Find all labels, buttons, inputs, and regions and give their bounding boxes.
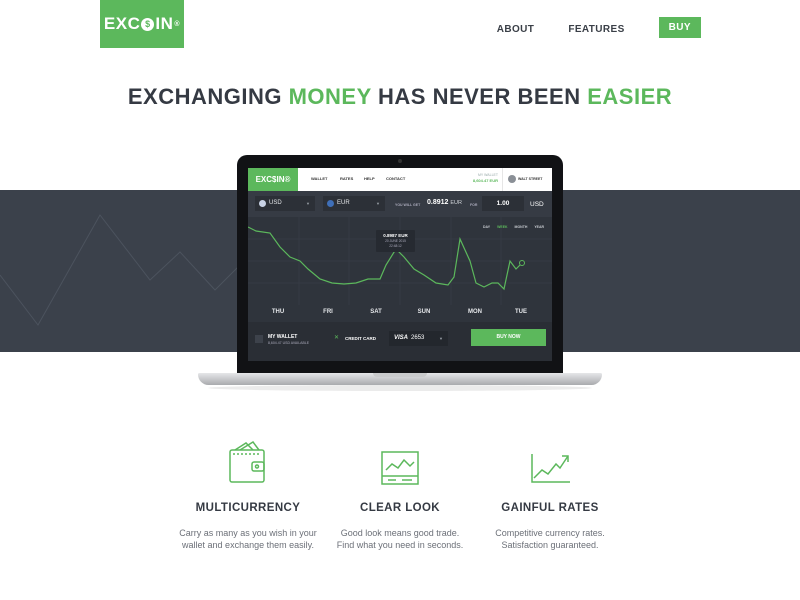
logo-text-end: IN [155, 14, 174, 33]
end-point[interactable] [519, 260, 525, 266]
day-axis: THU FRI SAT SUN MON TUE [248, 305, 552, 322]
day-label: THU [271, 309, 285, 315]
eu-flag-icon [327, 200, 334, 207]
from-currency-value: USD [269, 200, 282, 206]
laptop-notch [373, 373, 427, 377]
range-tabs: DAY WEEK MONTH YEAR [483, 225, 550, 229]
day-label: SAT [370, 309, 382, 315]
feature-description: Competitive currency rates. Satisfaction… [460, 527, 640, 551]
app-nav-contact[interactable]: CONTACT [386, 176, 405, 181]
to-currency-value: EUR [337, 200, 350, 206]
user-name: WALT STREET [518, 177, 543, 181]
laptop-shadow [208, 385, 592, 391]
day-label: FRI [323, 309, 333, 315]
headline-text-2: HAS NEVER BEEN [371, 84, 588, 109]
page-headline: EXCHANGING MONEY HAS NEVER BEEN EASIER [0, 84, 800, 110]
logo-text: EXC [103, 14, 141, 33]
wallet-icon [229, 441, 265, 483]
growth-chart-icon [531, 454, 570, 483]
rate-value: 0.8912 [427, 199, 449, 206]
screen-chart-icon [381, 451, 419, 485]
my-wallet-checkbox[interactable] [255, 335, 263, 343]
visa-icon: VISA [394, 335, 409, 341]
day-label: TUE [515, 309, 527, 315]
chevron-down-icon: ▼ [306, 201, 310, 206]
buy-button[interactable]: BUY [658, 17, 701, 38]
app-nav-help[interactable]: HELP [364, 176, 375, 181]
laptop-lid: EXC$IN® WALLET RATES HELP CONTACT MY WAL… [237, 155, 563, 374]
user-menu[interactable]: WALT STREET [502, 168, 552, 191]
registered-mark: ® [174, 20, 181, 28]
tooltip-time: 22:48:12 [389, 244, 402, 248]
tab-day[interactable]: DAY [483, 225, 490, 229]
tab-week[interactable]: WEEK [497, 225, 508, 229]
app-logo[interactable]: EXC$IN® [248, 168, 298, 191]
credit-card-checkbox[interactable]: ✕ [334, 335, 341, 342]
card-number: 2653 [411, 335, 425, 341]
laptop-screen: EXC$IN® WALLET RATES HELP CONTACT MY WAL… [248, 168, 552, 361]
app-nav-wallet[interactable]: WALLET [311, 176, 327, 181]
tooltip-date: 20 JUNE 2015 [385, 239, 406, 243]
chevron-down-icon: ▼ [439, 336, 443, 341]
you-will-get-label: YOU WILL GET [395, 203, 421, 207]
for-label: FOR [470, 203, 478, 207]
coin-icon: $ [141, 17, 155, 31]
amount-input[interactable]: 1.00 [482, 196, 524, 211]
headline-money: MONEY [288, 84, 372, 109]
headline-easier: EASIER [587, 84, 673, 109]
from-currency-select[interactable]: USD ▼ [255, 196, 315, 211]
day-label: SUN [417, 309, 431, 315]
top-nav: ABOUT FEATURES BUY [497, 17, 701, 38]
converter-row: USD ▼ EUR ▼ YOU WILL GET 0.8912 EUR FOR … [248, 191, 552, 217]
card-select[interactable]: VISA 2653 ▼ [389, 331, 448, 346]
feature-line: Competitive currency rates. [495, 528, 605, 538]
day-label: MON [468, 309, 482, 315]
feature-gainful-rates: GAINFUL RATES Competitive currency rates… [460, 440, 640, 551]
app-nav-rates[interactable]: RATES [340, 176, 353, 181]
my-wallet-available: 8,604.47 USD AVAILABLE [268, 341, 310, 345]
credit-card-label: CREDIT CARD [345, 336, 376, 341]
rate-unit: EUR [450, 200, 462, 206]
avatar [508, 175, 516, 183]
app-wallet-label: MY WALLET [477, 173, 498, 177]
nav-about[interactable]: ABOUT [497, 24, 535, 35]
payment-bar: MY WALLET 8,604.47 USD AVAILABLE ✕ CREDI… [248, 322, 552, 361]
logo[interactable]: EXC $ IN ® [100, 0, 184, 48]
tab-month[interactable]: MONTH [515, 225, 528, 229]
feature-line: Satisfaction guaranteed. [501, 540, 599, 550]
app-wallet-value: 8,604.47 EUR [472, 178, 498, 183]
chart-tooltip: 0.8987 EUR 20 JUNE 2015 22:48:12 [376, 230, 415, 252]
chevron-down-icon: ▼ [376, 201, 380, 206]
us-flag-icon [259, 200, 266, 207]
to-currency-select[interactable]: EUR ▼ [323, 196, 385, 211]
you-will-get-value: 0.8912 EUR [427, 199, 462, 206]
laptop-base [198, 373, 602, 385]
feature-title: GAINFUL RATES [501, 502, 599, 514]
camera-icon [398, 159, 402, 163]
my-wallet-label: MY WALLET [268, 334, 298, 340]
headline-text-1: EXCHANGING [127, 84, 289, 109]
tab-year[interactable]: YEAR [534, 225, 544, 229]
nav-features[interactable]: FEATURES [568, 24, 624, 35]
amount-unit: USD [530, 201, 544, 208]
tooltip-value: 0.8987 EUR [383, 233, 408, 238]
buy-now-button[interactable]: BUY NOW [471, 329, 546, 346]
app-topbar: EXC$IN® WALLET RATES HELP CONTACT MY WAL… [248, 168, 552, 191]
